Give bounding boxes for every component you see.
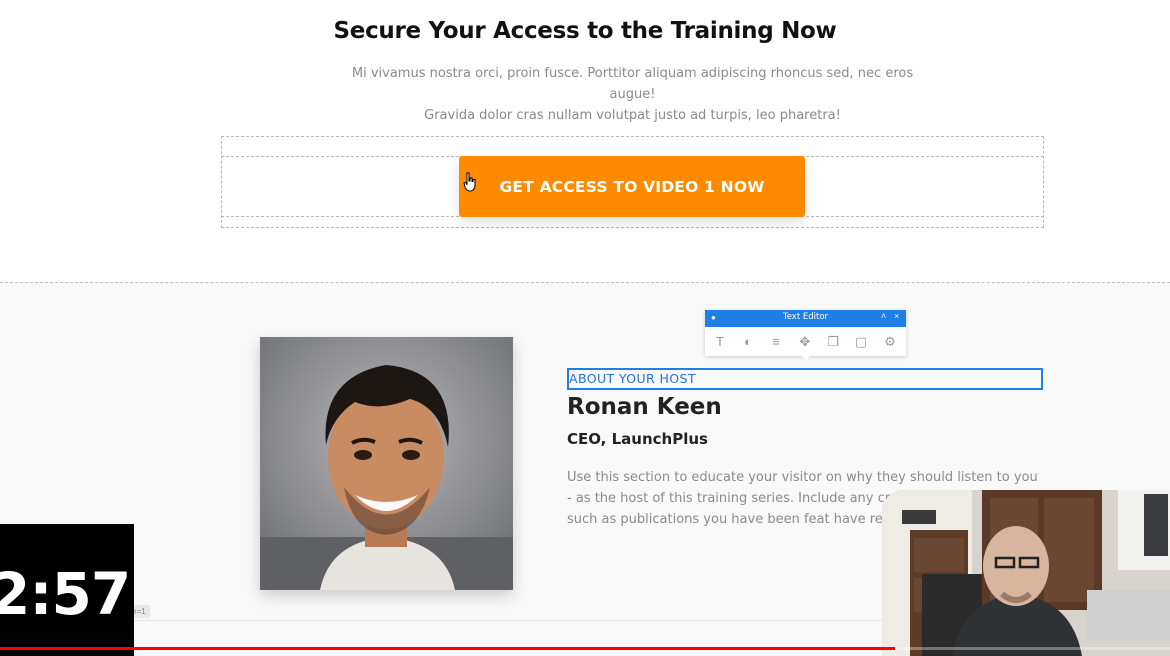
- webcam-overlay: [882, 490, 1170, 656]
- cta-subtitle-line2: Gravida dolor cras nullam volutpat justo…: [424, 108, 841, 123]
- cta-title: Secure Your Access to the Training Now: [333, 18, 837, 44]
- text-editor-toolbar[interactable]: ● Text Editor ˄ × T ◐ ≡ ✥ ❐ ▢ ⚙: [705, 310, 906, 360]
- cta-section: Secure Your Access to the Training Now M…: [0, 0, 1170, 282]
- host-name[interactable]: Ronan Keen: [567, 394, 722, 420]
- get-access-button[interactable]: GET ACCESS TO VIDEO 1 NOW: [459, 156, 805, 217]
- cta-subtitle: Mi vivamus nostra orci, proin fusce. Por…: [335, 63, 930, 126]
- countdown-timer-panel: 2:57: [0, 524, 134, 656]
- countdown-timer: 2:57: [0, 560, 131, 628]
- host-portrait-image: [260, 337, 513, 590]
- text-type-icon[interactable]: T: [712, 334, 728, 350]
- move-icon[interactable]: ✥: [797, 334, 813, 350]
- close-icon[interactable]: ×: [894, 311, 899, 321]
- duplicate-icon[interactable]: ❐: [825, 334, 841, 350]
- toolbar-pointer: [801, 355, 811, 360]
- host-photo[interactable]: [260, 337, 513, 590]
- hand-cursor-icon: [463, 172, 476, 192]
- cta-subtitle-line1: Mi vivamus nostra orci, proin fusce. Por…: [351, 66, 914, 102]
- webcam-image: [882, 490, 1170, 656]
- video-progress-fill[interactable]: [0, 647, 896, 650]
- align-center-icon[interactable]: ≡: [768, 334, 784, 350]
- palette-icon[interactable]: ◐: [740, 334, 756, 350]
- collapse-icon[interactable]: ˄: [881, 311, 886, 321]
- gear-icon[interactable]: ⚙: [882, 334, 898, 350]
- trash-icon[interactable]: ▢: [853, 334, 869, 350]
- text-editor-header[interactable]: ● Text Editor ˄ ×: [705, 310, 906, 327]
- text-editor-tools: T ◐ ≡ ✥ ❐ ▢ ⚙: [705, 328, 906, 356]
- host-eyebrow[interactable]: ABOUT YOUR HOST: [569, 371, 696, 386]
- text-editor-title: Text Editor: [782, 312, 829, 322]
- host-role[interactable]: CEO, LaunchPlus: [567, 430, 708, 448]
